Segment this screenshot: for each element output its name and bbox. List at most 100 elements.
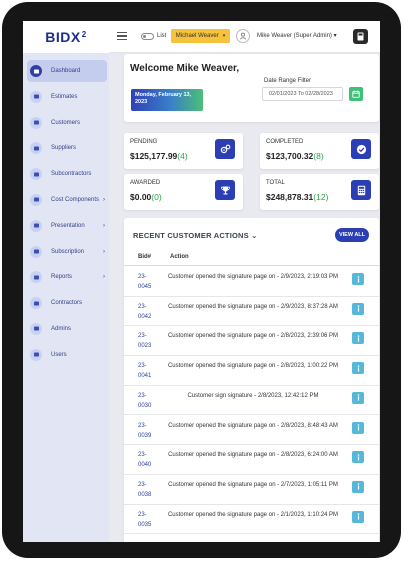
action-text: Customer sign signature - 2/8/2023, 12:4…: [187, 392, 319, 399]
chevron-right-icon: ›: [103, 222, 105, 229]
row-info-button[interactable]: [352, 480, 364, 493]
welcome-heading: Welcome Mike Weaver,: [130, 63, 240, 74]
app-logo[interactable]: BIDX 2: [23, 21, 109, 53]
view-all-button[interactable]: VIEW ALL: [335, 228, 369, 242]
action-text: Customer opened the signature page on - …: [167, 363, 339, 370]
sidebar-item-customers[interactable]: Customers: [27, 112, 107, 134]
stat-card-awarded[interactable]: AWARDED $0.00(0): [124, 174, 243, 210]
calendar-button[interactable]: [349, 87, 363, 101]
info-icon: [357, 513, 359, 520]
presentation-icon: [30, 219, 42, 232]
action-text: Customer opened the signature page on - …: [167, 333, 339, 340]
sidebar-item-estimates[interactable]: Estimates: [27, 86, 107, 108]
user-menu[interactable]: Mike Weaver (Super Admin) ▾: [257, 32, 337, 39]
bid-number-link[interactable]: 23-0040: [138, 450, 160, 470]
row-info-button[interactable]: [352, 391, 364, 404]
user-avatar-icon[interactable]: [236, 29, 250, 43]
tablet-frame: BIDX 2 Dashboard Estimates Customers Supplie…: [2, 2, 401, 558]
row-info-button[interactable]: [352, 332, 364, 345]
calculator-icon: [351, 180, 371, 200]
info-icon: [357, 364, 359, 372]
sidebar-item-label: Reports: [51, 274, 73, 281]
stat-card-total[interactable]: TOTAL $248,878.31(12): [260, 174, 379, 210]
row-info-button[interactable]: [352, 273, 364, 285]
subscription-icon: [30, 245, 42, 258]
stat-value: $0.00(0): [130, 192, 162, 202]
bid-number-link[interactable]: 23-0030: [138, 391, 160, 411]
calculator-button[interactable]: [353, 29, 368, 44]
action-text: Customer opened the signature page on - …: [168, 481, 338, 488]
stat-label: PENDING: [130, 139, 158, 145]
bid-number-link[interactable]: 23-0038: [138, 480, 160, 500]
admins-icon: [30, 322, 42, 335]
stat-label: AWARDED: [130, 180, 161, 186]
bid-number-link[interactable]: 23-0035: [138, 510, 160, 530]
impersonate-user-select[interactable]: Michael Weaver ▾: [171, 29, 230, 43]
bid-number-link[interactable]: 23-0023: [138, 331, 160, 351]
sidebar-item-label: Dashboard: [51, 68, 81, 74]
info-icon: [357, 424, 359, 431]
row-info-button[interactable]: [352, 510, 364, 523]
sidebar-item-suppliers[interactable]: Suppliers: [27, 137, 107, 159]
sidebar-item-subcontractors[interactable]: Subcontractors: [27, 163, 107, 185]
app-screen: BIDX 2 Dashboard Estimates Customers Supplie…: [23, 21, 380, 542]
sidebar-item-dashboard[interactable]: Dashboard: [27, 60, 107, 82]
action-text: Customer opened the signature page on - …: [168, 422, 338, 429]
stat-value: $125,177.99(4): [130, 151, 188, 161]
row-info-button[interactable]: [352, 421, 364, 434]
current-date-badge: Monday, February 13, 2023: [131, 89, 203, 111]
action-text: Customer opened the signature page on - …: [168, 452, 338, 459]
sidebar-item-admins[interactable]: Admins: [27, 318, 107, 340]
checkmark-icon: [351, 139, 371, 159]
action-text: Customer opened the signature page on - …: [167, 274, 339, 280]
info-icon: [357, 394, 359, 401]
row-info-button[interactable]: [352, 451, 364, 464]
bid-number-link[interactable]: 23-0045: [138, 272, 160, 292]
stat-value: $248,878.31(12): [266, 192, 329, 202]
sidebar-item-subscription[interactable]: Subscription ›: [27, 241, 107, 263]
stat-card-pending[interactable]: PENDING $125,177.99(4): [124, 133, 243, 169]
list-view-switch[interactable]: [141, 33, 154, 40]
sidebar-item-label: Estimates: [51, 93, 78, 100]
row-info-button[interactable]: [352, 302, 364, 315]
recent-actions-title[interactable]: RECENT CUSTOMER ACTIONS ⌄: [133, 231, 258, 240]
bid-number-link[interactable]: 23-0042: [138, 302, 160, 322]
dashboard-icon: [30, 65, 42, 77]
table-row: 23-0042 Customer opened the signature pag…: [124, 297, 379, 327]
row-info-button[interactable]: [352, 362, 364, 375]
table-row: 23-0045 Customer opened the signature pag…: [124, 267, 379, 297]
stat-card-completed[interactable]: COMPLETED $123,700.32(8): [260, 133, 379, 169]
date-range-input[interactable]: 02/01/2023 To 02/28/2023: [262, 87, 343, 101]
topbar: List Michael Weaver ▾ Mike Weaver (Super…: [109, 21, 380, 53]
table-row: 23-0041 Customer opened the signature pag…: [124, 356, 379, 386]
cost-components-icon: [30, 193, 42, 206]
sidebar-item-label: Admins: [51, 325, 72, 332]
stat-label: COMPLETED: [266, 139, 304, 145]
table-row: 23-0038 Customer opened the signature pag…: [124, 475, 379, 505]
action-text: Customer opened the signature page on - …: [167, 511, 339, 518]
chevron-down-icon: ▾: [333, 33, 337, 39]
menu-toggle-icon[interactable]: [117, 32, 127, 40]
sidebar-item-label: Contractors: [51, 300, 83, 307]
column-header-action: Action: [170, 254, 189, 260]
sidebar-item-reports[interactable]: Reports ›: [27, 266, 107, 288]
table-row: 23-0039 Customer opened the signature pag…: [124, 416, 379, 446]
trophy-icon: [215, 180, 235, 200]
recent-actions-panel: RECENT CUSTOMER ACTIONS ⌄ VIEW ALL Bid# …: [124, 218, 379, 542]
bid-number-link[interactable]: 23-0039: [138, 421, 160, 441]
impersonate-user-value: Michael Weaver: [175, 33, 219, 39]
sidebar-item-label: Users: [51, 351, 67, 358]
sidebar-item-label: Customers: [51, 119, 81, 126]
sidebar-item-label: Subcontractors: [51, 171, 92, 178]
info-icon: [357, 275, 359, 282]
bid-number-link[interactable]: 23-0041: [138, 361, 160, 381]
sidebar-item-cost-components[interactable]: Cost Components ›: [27, 189, 107, 211]
sidebar-item-presentation[interactable]: Presentation ›: [27, 215, 107, 237]
contractors-icon: [30, 297, 42, 310]
sidebar-item-users[interactable]: Users: [27, 344, 107, 366]
stat-value: $123,700.32(8): [266, 151, 324, 161]
user-name-label: Mike Weaver (Super Admin): [257, 33, 332, 39]
sidebar-item-contractors[interactable]: Contractors: [27, 292, 107, 314]
info-icon: [357, 335, 359, 342]
sidebar-item-label: Suppliers: [51, 145, 77, 152]
